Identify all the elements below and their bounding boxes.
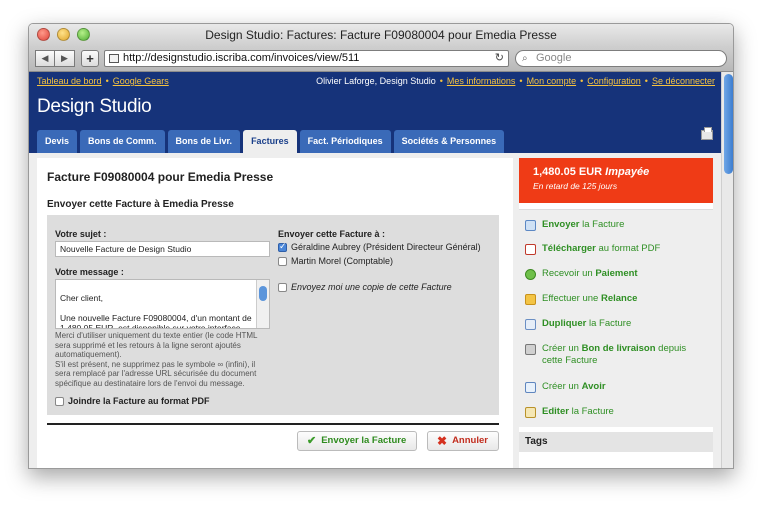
- invoice-send-form: Facture F09080004 pour Emedia Presse Env…: [37, 158, 513, 468]
- recipient-name: Martin Morel (Comptable): [291, 256, 394, 266]
- top-right-links: Olivier Laforge, Design Studio • Mes infor…: [316, 76, 715, 86]
- forward-button[interactable]: ▶: [55, 50, 75, 67]
- close-window-button[interactable]: [37, 28, 50, 41]
- search-field[interactable]: ⌕ Google: [515, 50, 727, 67]
- recipient-item[interactable]: Martin Morel (Comptable): [278, 256, 481, 266]
- page-scrollbar[interactable]: [721, 72, 733, 468]
- action-download-pdf[interactable]: Télécharger au format PDF: [525, 243, 660, 255]
- invoice-sidebar: 1,480.05 EUR Impayée En retard de 125 jo…: [519, 158, 713, 468]
- tab-devis[interactable]: Devis: [37, 130, 78, 153]
- document-icon: [525, 382, 536, 393]
- tab-factures[interactable]: Factures: [243, 130, 297, 153]
- tab-bons-de-commande[interactable]: Bons de Comm.: [80, 130, 165, 153]
- actions-panel: Envoyer la Facture Télécharger au format…: [519, 209, 713, 427]
- add-bookmark-button[interactable]: +: [81, 50, 99, 67]
- main-tabs: Devis Bons de Comm. Bons de Livr. Factur…: [37, 130, 505, 153]
- copy-icon: [525, 319, 536, 330]
- form-divider: [47, 423, 499, 425]
- pen-icon: [525, 294, 536, 305]
- configuration-link[interactable]: Configuration: [587, 76, 641, 86]
- logout-link[interactable]: Se déconnecter: [652, 76, 715, 86]
- send-copy-checkbox[interactable]: [278, 282, 287, 292]
- dashboard-link[interactable]: Tableau de bord: [37, 76, 102, 86]
- zoom-window-button[interactable]: [77, 28, 90, 41]
- tab-factures-periodiques[interactable]: Fact. Périodiques: [299, 130, 391, 153]
- print-icon[interactable]: [701, 127, 713, 140]
- back-button[interactable]: ◀: [35, 50, 55, 67]
- tab-bons-de-livraison[interactable]: Bons de Livr.: [167, 130, 241, 153]
- reload-icon[interactable]: ↻: [495, 51, 504, 66]
- subject-input[interactable]: Nouvelle Facture de Design Studio: [55, 241, 270, 257]
- send-to-label: Envoyer cette Facture à :: [278, 229, 386, 239]
- browser-window: Design Studio: Factures: Facture F090800…: [28, 23, 734, 469]
- attach-pdf-checkbox[interactable]: [55, 396, 64, 406]
- invoice-title: Facture F09080004 pour Emedia Presse: [47, 170, 274, 184]
- message-label: Votre message :: [55, 267, 124, 277]
- message-help-text: Merci d'utiliser uniquement du texte ent…: [55, 331, 258, 388]
- form-panel: Votre sujet : Nouvelle Facture de Design…: [47, 215, 499, 415]
- invoice-amount: 1,480.05 EUR: [533, 166, 603, 178]
- action-send-reminder[interactable]: Effectuer une Relance: [525, 293, 637, 305]
- google-gears-link[interactable]: Google Gears: [113, 76, 169, 86]
- tab-societes-personnes[interactable]: Sociétés & Personnes: [393, 130, 505, 153]
- action-create-credit-note[interactable]: Créer un Avoir: [525, 381, 606, 393]
- message-scrollbar[interactable]: [256, 280, 269, 328]
- action-create-delivery-note[interactable]: Créer un Bon de livraison depuis cette F…: [525, 343, 695, 367]
- money-icon: [525, 269, 536, 280]
- tags-panel-title: Tags: [519, 432, 713, 452]
- recipient-checkbox[interactable]: [278, 256, 287, 266]
- action-duplicate-invoice[interactable]: Dupliquer la Facture: [525, 318, 631, 330]
- favicon-icon: [109, 54, 119, 63]
- invoice-amount-status: 1,480.05 EUR Impayée: [533, 166, 713, 178]
- attach-pdf-label: Joindre la Facture au format PDF: [68, 396, 210, 406]
- edit-icon: [525, 407, 536, 418]
- action-send-invoice[interactable]: Envoyer la Facture: [525, 219, 624, 231]
- overdue-text: En retard de 125 jours: [533, 181, 618, 191]
- address-url: http://designstudio.iscriba.com/invoices…: [123, 52, 360, 64]
- message-textarea[interactable]: Cher client, Une nouvelle Facture F09080…: [55, 279, 270, 329]
- invoice-status: Impayée: [605, 166, 650, 178]
- search-placeholder: Google: [536, 52, 572, 64]
- my-account-link[interactable]: Mon compte: [527, 76, 577, 86]
- title-bar: Design Studio: Factures: Facture F090800…: [29, 24, 733, 46]
- status-badge: 1,480.05 EUR Impayée En retard de 125 jo…: [519, 158, 713, 203]
- send-copy-label: Envoyez moi une copie de cette Facture: [291, 282, 452, 292]
- send-copy-option[interactable]: Envoyez moi une copie de cette Facture: [278, 282, 452, 292]
- search-icon: ⌕: [522, 53, 528, 64]
- brand-title: Design Studio: [37, 96, 152, 117]
- my-info-link[interactable]: Mes informations: [447, 76, 516, 86]
- recipient-list: Géraldine Aubrey (Président Directeur Gé…: [278, 241, 481, 270]
- cross-icon: ✖: [437, 434, 448, 448]
- page-scroll-thumb[interactable]: [724, 74, 733, 174]
- send-invoice-button[interactable]: ✔ Envoyer la Facture: [297, 431, 417, 451]
- window-title: Design Studio: Factures: Facture F090800…: [205, 28, 557, 42]
- pdf-icon: [525, 244, 536, 255]
- web-page: Tableau de bord • Google Gears Olivier Laf…: [29, 72, 721, 468]
- message-text: Cher client, Une nouvelle Facture F09080…: [60, 293, 252, 329]
- cancel-button[interactable]: ✖ Annuler: [427, 431, 499, 451]
- send-section-title: Envoyer cette Facture à Emedia Presse: [47, 199, 234, 210]
- action-edit-invoice[interactable]: Editer la Facture: [525, 406, 614, 418]
- nav-buttons: ◀ ▶: [35, 50, 75, 67]
- site-header: Tableau de bord • Google Gears Olivier Laf…: [29, 72, 721, 153]
- envelope-icon: [525, 220, 536, 231]
- truck-icon: [525, 344, 536, 355]
- recipient-checkbox[interactable]: [278, 241, 287, 252]
- recipient-name: Géraldine Aubrey (Président Directeur Gé…: [291, 242, 481, 252]
- recipient-item[interactable]: Géraldine Aubrey (Président Directeur Gé…: [278, 241, 481, 252]
- cancel-button-label: Annuler: [452, 435, 488, 446]
- window-controls: [37, 28, 90, 41]
- send-button-label: Envoyer la Facture: [321, 435, 407, 446]
- top-left-links: Tableau de bord • Google Gears: [37, 76, 169, 86]
- attach-pdf-option[interactable]: Joindre la Facture au format PDF: [55, 396, 210, 406]
- address-bar[interactable]: http://designstudio.iscriba.com/invoices…: [104, 50, 509, 67]
- minimize-window-button[interactable]: [57, 28, 70, 41]
- browser-toolbar: ◀ ▶ + http://designstudio.iscriba.com/in…: [29, 46, 733, 72]
- subject-label: Votre sujet :: [55, 229, 107, 239]
- user-name: Olivier Laforge, Design Studio: [316, 76, 436, 86]
- checkmark-icon: ✔: [307, 435, 317, 447]
- action-receive-payment[interactable]: Recevoir un Paiement: [525, 268, 638, 280]
